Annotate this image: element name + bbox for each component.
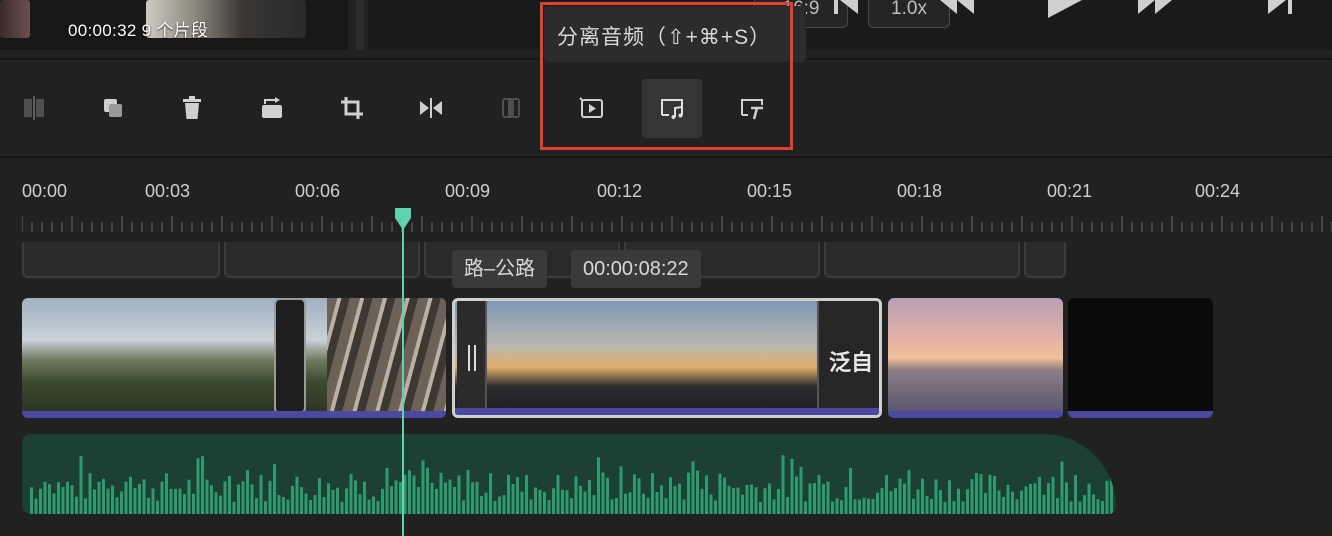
text-segment[interactable]	[1024, 242, 1066, 278]
ruler-label: 00:21	[1047, 181, 1093, 201]
delete-button[interactable]	[176, 92, 208, 124]
clip-overlay-text: 泛自	[828, 350, 873, 375]
ruler-label: 00:00	[22, 181, 68, 201]
ruler-label: 00:15	[747, 181, 793, 201]
crop-icon	[341, 97, 363, 119]
mirror-icon	[420, 98, 442, 118]
replace-icon	[262, 97, 282, 118]
clip-bar	[22, 411, 446, 418]
video-clip-selected[interactable]: 泛自	[452, 298, 882, 418]
playhead[interactable]	[402, 212, 404, 536]
grip-icon	[468, 345, 476, 371]
clip-duration-label: 00:00:08:22	[571, 250, 701, 288]
rewind-icon[interactable]	[940, 0, 974, 14]
duplicate-icon	[104, 99, 122, 117]
clip-bar	[1068, 411, 1213, 418]
clip-thumbnail	[327, 298, 446, 411]
timeline-ruler[interactable]	[22, 214, 1332, 234]
skip-to-end-icon[interactable]	[1268, 0, 1294, 14]
audio-waveform	[30, 455, 1113, 514]
clip-bar	[455, 408, 879, 415]
player-controls-bar: 16:9 1.0x	[368, 0, 1332, 50]
highlight-annotation-box	[540, 2, 793, 150]
split-icon	[24, 96, 44, 120]
media-thumbnail[interactable]	[0, 0, 30, 38]
separator	[0, 156, 1332, 158]
mirror-button[interactable]	[415, 92, 447, 124]
fast-forward-icon[interactable]	[1138, 0, 1172, 14]
delete-icon	[183, 96, 201, 119]
ruler-label: 00:03	[145, 181, 191, 201]
audio-track[interactable]	[22, 434, 1116, 514]
text-segment[interactable]	[22, 242, 220, 278]
video-clip[interactable]	[22, 298, 446, 418]
transition-handle[interactable]	[274, 298, 306, 414]
text-segment[interactable]	[224, 242, 420, 278]
ruler-label: 00:24	[1195, 181, 1241, 201]
video-clip[interactable]	[1068, 298, 1213, 418]
replace-button[interactable]	[256, 92, 288, 124]
play-icon[interactable]	[1048, 0, 1082, 18]
freeze-icon	[502, 98, 520, 118]
ruler-label: 00:18	[897, 181, 943, 201]
panel-divider[interactable]	[356, 0, 364, 50]
trim-handle-left[interactable]	[457, 301, 487, 414]
crop-button[interactable]	[336, 92, 368, 124]
skip-to-start-icon[interactable]	[834, 0, 860, 14]
text-segment[interactable]	[824, 242, 1020, 278]
freeze-frame-button[interactable]	[495, 92, 527, 124]
ruler-label: 00:09	[445, 181, 491, 201]
project-duration-and-clip-count: 00:00:32 9 个片段	[68, 21, 209, 40]
clip-bar	[888, 411, 1063, 418]
playhead-handle-icon[interactable]	[393, 208, 413, 232]
duplicate-button[interactable]	[97, 92, 129, 124]
ruler-label: 00:12	[597, 181, 643, 201]
video-clip[interactable]	[888, 298, 1063, 418]
clip-name-label: 路–公路	[452, 250, 548, 288]
playback-speed-button[interactable]: 1.0x	[868, 0, 950, 28]
ruler-label: 00:06	[295, 181, 341, 201]
split-button[interactable]	[18, 92, 50, 124]
